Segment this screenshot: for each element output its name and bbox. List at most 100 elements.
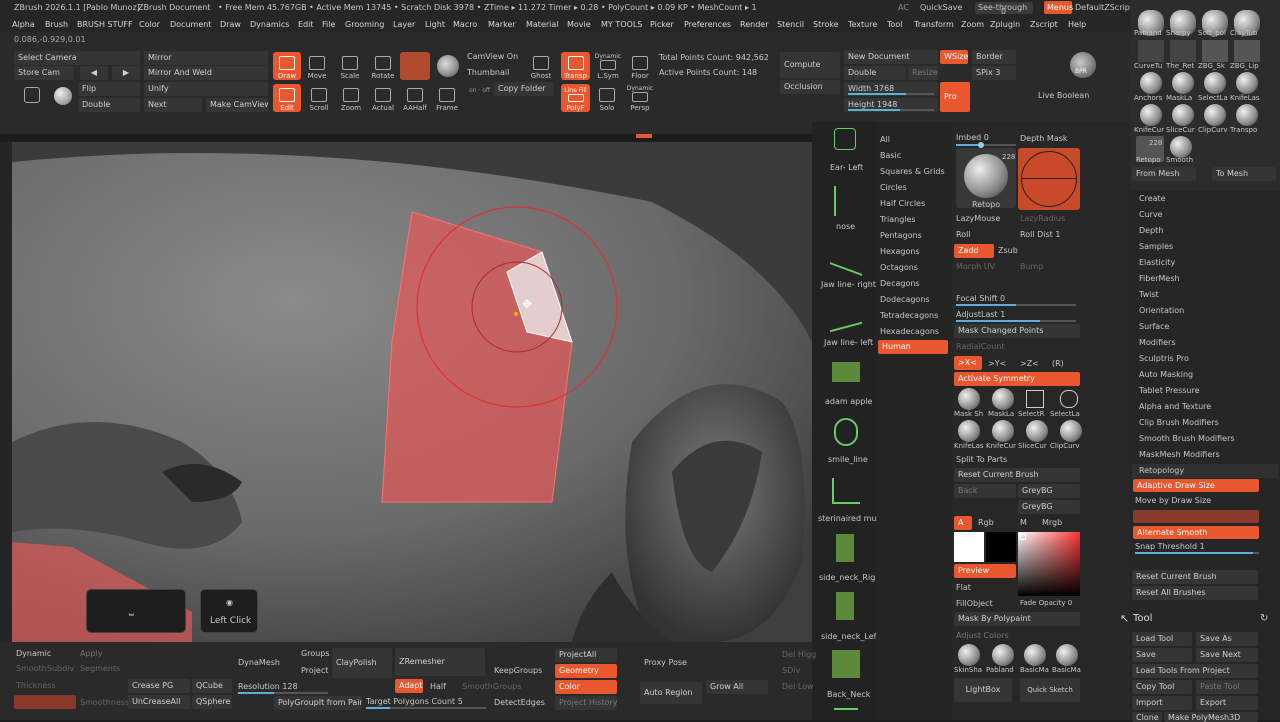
copy-folder-button[interactable]: Copy Folder [494,82,554,96]
menu-movie[interactable]: Movie [567,20,591,30]
curve-thumb-nose-icon[interactable] [834,186,856,216]
menu-material[interactable]: Material [526,20,559,30]
curve-item-sterinaired[interactable]: sterinaired mus [818,514,881,524]
menu-dynamics[interactable]: Dynamics [250,20,289,30]
export-button[interactable]: Export [1196,696,1258,710]
color-toggle[interactable]: Color [555,680,617,694]
shape-cat-decagons[interactable]: Decagons [880,279,920,289]
make-camview-button[interactable]: Make CamView [206,98,268,112]
brush-clipcurve-icon[interactable] [1204,104,1226,126]
brush-retopo-icon[interactable] [1170,40,1196,62]
timeline-marker[interactable] [636,134,652,138]
quick-sketch-button[interactable]: Quick Sketch [1020,678,1080,702]
zoom-button[interactable]: Zoom [337,84,365,112]
adaptive-draw-size-button[interactable]: Adaptive Draw Size [1133,479,1259,492]
menu-color[interactable]: Color [139,20,160,30]
border-button[interactable]: Border [972,50,1016,64]
clone-button[interactable]: Clone [1132,712,1162,722]
menu-draw[interactable]: Draw [220,20,241,30]
brush-slicecurve-icon[interactable] [1172,104,1194,126]
preview-button[interactable]: Preview [954,564,1016,578]
shape-cat-half-circles[interactable]: Half Circles [880,199,925,209]
menu-file[interactable]: File [322,20,335,30]
smoothness-slider[interactable]: Smoothness [80,698,129,708]
projectall-button[interactable]: ProjectAll [555,648,617,662]
lightbox-button[interactable]: LightBox [954,678,1012,702]
menu-edit[interactable]: Edit [298,20,314,30]
curve-item-nose[interactable]: nose [836,222,855,232]
to-mesh-button[interactable]: To Mesh [1212,167,1276,181]
select-rect-brush-icon[interactable] [1026,390,1044,408]
split-to-parts-button[interactable]: Split To Parts [956,455,1007,465]
brush-knifecurve-icon[interactable] [1140,104,1162,126]
curve-thumb-neck-right-icon[interactable] [836,534,854,562]
brush-transpose-icon[interactable] [1236,104,1258,126]
current-brush-thumb[interactable]: 228 Retopo [956,148,1016,209]
reset-all-brushes-button[interactable]: Reset All Brushes [1132,586,1258,600]
menu-light[interactable]: Light [425,20,445,30]
double-doc-button[interactable]: Double [844,66,906,80]
brush-curvetube-icon[interactable] [1138,40,1164,62]
curve-thumb-jaw-right-icon[interactable] [830,238,862,276]
paste-tool-button[interactable]: Paste Tool [1196,680,1258,694]
select-camera-button[interactable]: Select Camera [14,51,140,65]
submenu-surface[interactable]: Surface [1139,322,1169,332]
reset-current-brush-button-2[interactable]: Reset Current Brush [1132,570,1258,584]
adapt-toggle[interactable]: Adapt [395,679,423,693]
flat-button[interactable]: Flat [956,583,971,593]
material-swatch[interactable] [400,52,430,80]
submenu-tablet-pressure[interactable]: Tablet Pressure [1139,386,1200,396]
pro-button[interactable]: Pro [940,82,970,112]
project-toggle[interactable]: Project [301,666,328,676]
submenu-create[interactable]: Create [1139,194,1166,204]
submenu-samples[interactable]: Samples [1139,242,1173,252]
sdiv-slider[interactable]: SDiv [782,666,800,676]
project-history-button[interactable]: Project History [555,696,617,710]
target-polygons-slider[interactable]: Target Polygons Count 5 [366,697,463,707]
brush-zbg-lip-icon[interactable] [1234,40,1260,62]
menu-transform[interactable]: Transform [914,20,954,30]
thumbnail-toggle[interactable]: Thumbnail [467,68,509,78]
knife-lasso-brush-icon[interactable] [958,420,980,442]
save-as-button[interactable]: Save As [1196,632,1258,646]
submenu-modifiers[interactable]: Modifiers [1139,338,1176,348]
curve-thumb-adam-apple-icon[interactable] [832,362,860,382]
import-button[interactable]: Import [1132,696,1192,710]
draw-button[interactable]: Draw [273,52,301,80]
rgb-toggle[interactable]: Rgb [978,518,994,528]
polygroupit-button[interactable]: PolyGroupIt from Paint [274,696,362,710]
menu-document[interactable]: Document [170,20,211,30]
auto-region-button[interactable]: Auto Region [640,682,702,704]
mask-sh-brush-icon[interactable] [958,388,980,410]
reset-current-brush-button[interactable]: Reset Current Brush [954,468,1080,482]
double-button[interactable]: Double [78,98,140,112]
tool-palette-pin-icon[interactable]: ↖ [1120,613,1129,624]
load-tool-button[interactable]: Load Tool [1132,632,1192,646]
detectedges-toggle[interactable]: DetectEdges [494,698,545,708]
submenu-alpha-texture[interactable]: Alpha and Texture [1139,402,1211,412]
curve-thumb-smile-icon[interactable] [834,418,858,446]
next-button[interactable]: Next [144,98,202,112]
prev-camera-button[interactable]: ◀ [80,66,108,80]
focal-shift-slider[interactable]: Focal Shift 0 [956,294,1005,304]
curve-item-back-neck[interactable]: Back_Neck [827,690,870,700]
seethrough-slider[interactable]: See-through 0 [975,2,1033,16]
actual-button[interactable]: Actual [369,84,397,112]
radial-count-slider[interactable]: RadialCount [956,342,1004,352]
color-picker[interactable] [1018,532,1080,596]
retopo-option-bar[interactable] [1133,510,1259,523]
menu-stencil[interactable]: Stencil [777,20,804,30]
unify-button[interactable]: Unify [144,82,268,96]
save-button[interactable]: Save [1132,648,1192,662]
curve-item-jaw-left[interactable]: Jaw line- left [824,338,873,348]
main-color-swatch[interactable] [954,532,984,562]
from-mesh-button[interactable]: From Mesh [1132,167,1196,181]
curve-thumb-more-icon[interactable] [834,708,858,720]
pabland-material-icon[interactable] [992,644,1014,666]
ghost-button[interactable]: Ghost [527,52,555,80]
menu-my-tools[interactable]: MY TOOLS [601,20,642,30]
roll-dist-slider[interactable]: Roll Dist 1 [1020,230,1060,240]
shape-cat-circles[interactable]: Circles [880,183,907,193]
scroll-button[interactable]: Scroll [305,84,333,112]
crease-pg-button[interactable]: Crease PG [128,679,190,693]
